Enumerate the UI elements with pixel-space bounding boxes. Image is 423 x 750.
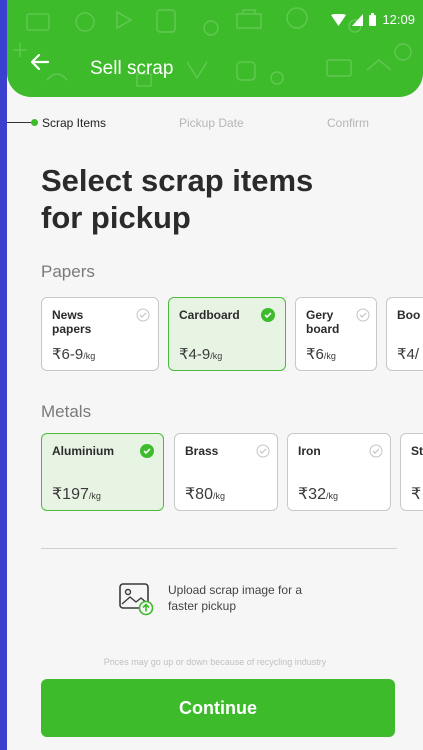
card-price: ₹4-9/kg — [179, 345, 222, 363]
price-value: ₹4/ — [397, 346, 420, 363]
upload-image-button[interactable]: Upload scrap image for a faster pickup — [118, 582, 328, 616]
wifi-icon — [331, 13, 347, 26]
image-upload-icon — [119, 583, 154, 616]
price-unit: /kg — [212, 491, 225, 501]
continue-button[interactable]: Continue — [41, 679, 395, 737]
app-screen: 12:09 Sell scrap Scrap Items Pickup Date… — [7, 0, 423, 750]
card-name: Iron — [298, 444, 321, 458]
scrap-card-gery-board[interactable]: Gery board ₹6/kg — [295, 297, 377, 371]
section-label-metals: Metals — [41, 402, 92, 421]
check-circle-icon — [256, 444, 270, 458]
step-indicator: Scrap Items Pickup Date Confirm — [7, 114, 423, 132]
scrap-card-newspapers[interactable]: News papers ₹6-9/kg — [41, 297, 159, 371]
card-price: ₹197/kg — [52, 484, 101, 504]
check-circle-icon — [369, 444, 383, 458]
price-value: ₹197 — [52, 486, 89, 503]
section-label-papers: Papers — [41, 262, 95, 281]
card-name: Gery board — [306, 308, 340, 336]
price-unit: /kg — [88, 491, 101, 501]
price-unit: /kg — [83, 351, 96, 361]
price-value: ₹ — [411, 486, 422, 503]
step-confirm: Confirm — [327, 116, 370, 130]
price-unit: /kg — [210, 351, 223, 361]
card-price: ₹6/kg — [306, 345, 336, 363]
price-unit: /kg — [325, 491, 338, 501]
battery-icon — [369, 13, 377, 26]
scrap-card-brass[interactable]: Brass ₹80/kg — [174, 433, 278, 511]
app-header: 12:09 Sell scrap — [7, 0, 423, 97]
page-title: Sell scrap — [90, 58, 174, 79]
step-pickup-date: Pickup Date — [179, 116, 244, 130]
price-value: ₹32 — [298, 486, 326, 503]
card-price: ₹32/kg — [298, 484, 338, 504]
card-price: ₹ — [411, 484, 421, 504]
section-divider — [41, 548, 397, 549]
scrap-card-iron[interactable]: Iron ₹32/kg — [287, 433, 391, 511]
card-name: Cardboard — [179, 308, 240, 322]
card-name: St — [411, 444, 423, 458]
check-circle-icon — [136, 308, 150, 322]
scrap-card-cardboard[interactable]: Cardboard ₹4-9/kg — [168, 297, 286, 371]
arrow-left-icon — [30, 53, 50, 71]
scrap-card-steel[interactable]: St ₹ — [400, 433, 423, 511]
price-disclaimer: Prices may go up or down because of recy… — [103, 657, 327, 667]
device-frame: 12:09 Sell scrap Scrap Items Pickup Date… — [0, 0, 423, 750]
step-scrap-items: Scrap Items — [42, 116, 107, 130]
scrap-card-aluminium[interactable]: Aluminium ₹197/kg — [41, 433, 164, 511]
card-price: ₹4/ — [397, 345, 419, 363]
back-button[interactable] — [30, 53, 50, 75]
step-line — [7, 122, 31, 123]
status-time: 12:09 — [382, 12, 415, 27]
main-heading: Select scrap items for pickup — [41, 163, 314, 235]
check-circle-icon — [356, 308, 370, 322]
card-name: Aluminium — [52, 444, 114, 458]
card-name: News papers — [52, 308, 92, 336]
check-circle-filled-icon — [261, 308, 275, 322]
scrap-card-books[interactable]: Boo ₹4/ — [386, 297, 423, 371]
price-value: ₹80 — [185, 486, 213, 503]
price-value: ₹4-9 — [179, 346, 211, 363]
card-name: Brass — [185, 444, 219, 458]
signal-icon — [352, 13, 364, 26]
price-value: ₹6-9 — [52, 346, 84, 363]
status-bar: 12:09 — [331, 12, 415, 27]
card-price: ₹80/kg — [185, 484, 225, 504]
price-value: ₹6 — [306, 346, 324, 363]
card-price: ₹6-9/kg — [52, 345, 95, 363]
upload-text: Upload scrap image for a faster pickup — [168, 583, 303, 613]
check-circle-filled-icon — [140, 444, 154, 458]
step-active-dot — [31, 119, 38, 126]
price-unit: /kg — [323, 351, 336, 361]
card-name: Boo — [397, 308, 421, 322]
